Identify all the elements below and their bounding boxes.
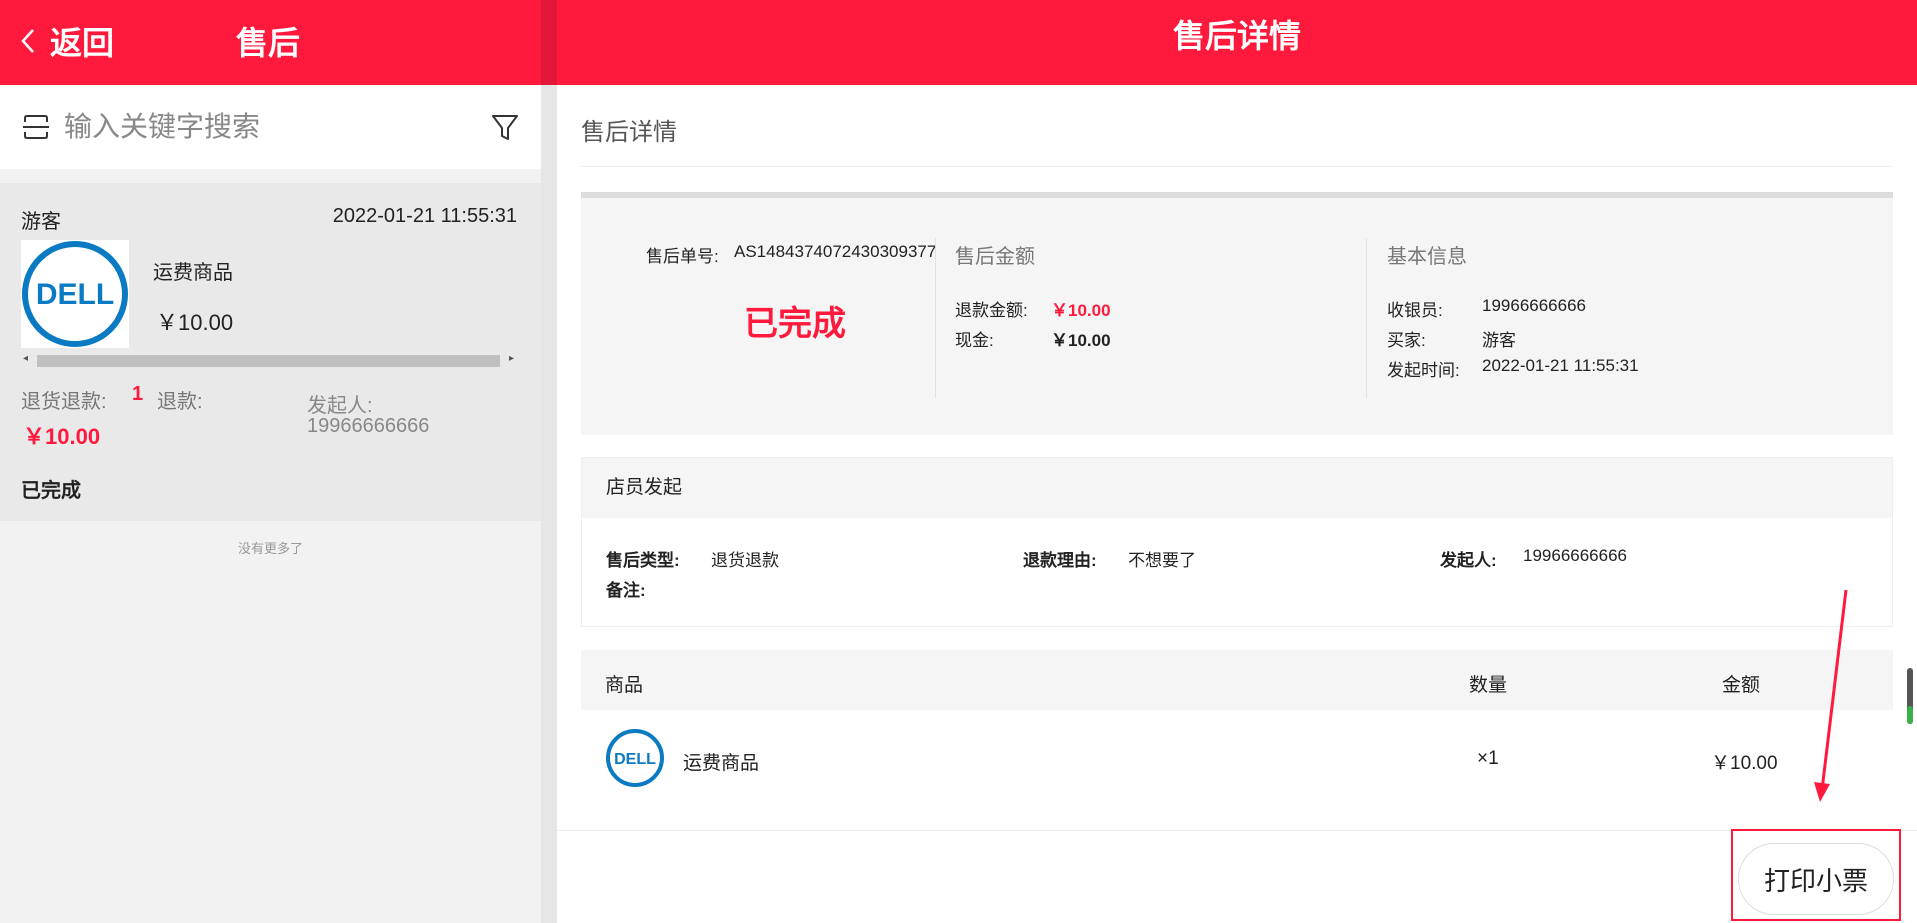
- time-label: 发起时间:: [1387, 361, 1460, 380]
- detail-status: 已完成: [744, 305, 846, 343]
- print-receipt-button[interactable]: 打印小票: [1738, 843, 1894, 915]
- app: 返回 售后 游客 2022-01-21 11:55:31 DELL: [0, 0, 1917, 923]
- scroll-left-icon[interactable]: ◂: [23, 351, 28, 367]
- back-button[interactable]: 返回: [18, 18, 114, 64]
- cashier-label: 收银员:: [1387, 301, 1443, 320]
- subtitle-divider: [581, 166, 1893, 167]
- reason-label: 退款理由:: [1023, 551, 1097, 570]
- col-amount: 金额: [1722, 675, 1761, 696]
- scan-icon[interactable]: [22, 113, 50, 141]
- order-no-label: 售后单号:: [646, 247, 719, 266]
- initiate-box: 店员发起 售后类型: 退货退款 退款理由: 不想要了 发起人: 19966666…: [581, 457, 1893, 627]
- initiator-label: 发起人:: [1440, 551, 1497, 570]
- goods-table: 商品 数量 金额 DELL 运费商品 ×1 ￥10.00: [581, 650, 1893, 830]
- basic-heading: 基本信息: [1387, 246, 1467, 268]
- aftersale-detail-panel: 售后详情 售后详情 售后单号: AS1484374072430309377 已完…: [557, 0, 1917, 923]
- scrollbar-thumb[interactable]: [37, 355, 500, 367]
- refund-amount-value: ￥10.00: [1051, 301, 1111, 320]
- col-qty: 数量: [1469, 675, 1508, 696]
- column-divider: [1366, 238, 1367, 398]
- aftersale-card[interactable]: 游客 2022-01-21 11:55:31 DELL 运费商品 ￥10.00 …: [0, 183, 541, 521]
- refund-amount: ￥10.00: [23, 424, 101, 449]
- refund-amount-label: 退款金额:: [955, 301, 1028, 320]
- search-bar: [0, 85, 541, 169]
- buyer-label: 买家:: [1387, 331, 1426, 350]
- goods-amount: ￥10.00: [1711, 753, 1778, 774]
- aftersale-list-panel: 返回 售后 游客 2022-01-21 11:55:31 DELL: [0, 0, 541, 923]
- summary-box: 售后单号: AS1484374072430309377 已完成 售后金额 退款金…: [581, 192, 1893, 435]
- card-status: 已完成: [21, 480, 81, 502]
- dell-logo: DELL: [22, 241, 128, 347]
- return-label: 退货退款:: [21, 391, 107, 413]
- remark-label: 备注:: [606, 581, 646, 600]
- cash-value: ￥10.00: [1051, 331, 1111, 350]
- return-quantity: 1: [132, 383, 144, 405]
- chevron-left-icon: [21, 29, 34, 53]
- order-no: AS1484374072430309377: [734, 242, 937, 261]
- no-more-text: 没有更多了: [237, 541, 303, 556]
- card-product-name: 运费商品: [153, 262, 233, 284]
- panel-divider: [541, 0, 557, 923]
- refund-label: 退款:: [157, 391, 203, 413]
- table-row: DELL 运费商品 ×1 ￥10.00: [581, 710, 1893, 830]
- detail-header: 售后详情: [557, 0, 1917, 85]
- time-value: 2022-01-21 11:55:31: [1482, 356, 1639, 375]
- initiator-value: 19966666666: [307, 415, 430, 437]
- column-divider: [935, 238, 936, 398]
- left-header: 返回 售后: [0, 0, 541, 85]
- buyer-value: 游客: [1482, 331, 1516, 350]
- initiator-value: 19966666666: [1523, 546, 1628, 565]
- detail-subtitle: 售后详情: [581, 119, 677, 146]
- card-product-price: ￥10.00: [156, 310, 234, 335]
- goods-qty: ×1: [1477, 748, 1499, 769]
- product-image: DELL: [21, 240, 129, 348]
- initiator-label: 发起人:: [307, 395, 373, 417]
- filter-icon[interactable]: [491, 112, 519, 142]
- type-label: 售后类型:: [606, 551, 680, 570]
- initiate-heading: 店员发起: [582, 458, 1892, 518]
- vertical-scrollbar[interactable]: [1907, 668, 1913, 724]
- goods-header: 商品 数量 金额: [581, 650, 1893, 710]
- search-input[interactable]: [64, 111, 481, 143]
- dell-logo: DELL: [606, 729, 664, 787]
- bottom-bar: [557, 830, 1917, 923]
- goods-name: 运费商品: [683, 753, 760, 774]
- left-title: 售后: [236, 25, 301, 61]
- amount-heading: 售后金额: [955, 246, 1035, 268]
- type-value: 退货退款: [711, 551, 779, 570]
- back-label: 返回: [50, 25, 115, 61]
- col-product: 商品: [605, 675, 644, 696]
- cashier-value: 19966666666: [1482, 296, 1587, 315]
- horizontal-scrollbar[interactable]: ◂ ▸: [21, 351, 516, 367]
- svg-text:DELL: DELL: [36, 278, 114, 311]
- cash-label: 现金:: [955, 331, 994, 350]
- svg-text:DELL: DELL: [614, 751, 656, 768]
- reason-value: 不想要了: [1128, 551, 1196, 570]
- card-buyer: 游客: [21, 211, 61, 233]
- scroll-right-icon[interactable]: ▸: [509, 351, 514, 367]
- card-time: 2022-01-21 11:55:31: [332, 205, 517, 227]
